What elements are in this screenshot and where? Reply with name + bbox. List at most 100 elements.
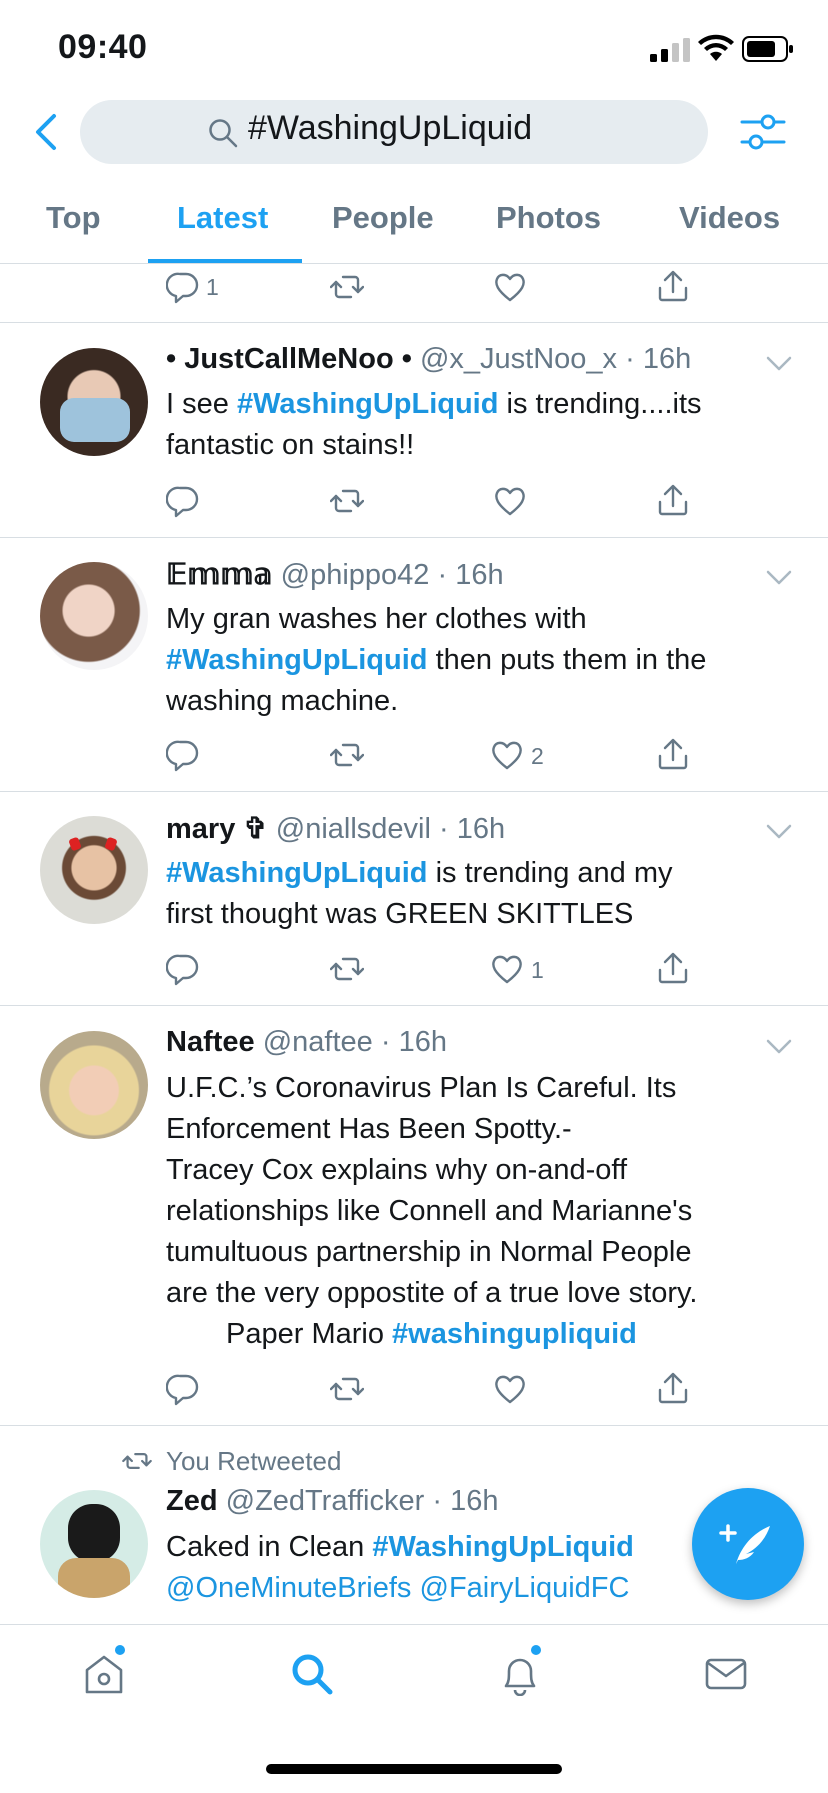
tweet-header: • JustCallMeNoo • @x_JustNoo_x · 16h [166,343,691,376]
cellular-signal-icon [650,38,690,62]
timestamp: 16h [398,1026,447,1058]
text: Paper Mario [226,1318,393,1350]
tweet-text: My gran washes her clothes with #Washing… [166,599,786,722]
timestamp: 16h [642,343,692,375]
chevron-down-icon[interactable] [764,1037,794,1057]
like-count: 1 [531,957,544,983]
text: relationships like Connell and Marianne'… [166,1195,693,1227]
hashtag-link[interactable]: #WashingUpLiquid [166,857,428,889]
like-icon[interactable] [493,270,527,304]
divider [0,322,828,323]
chevron-down-icon[interactable] [764,568,794,588]
timestamp: 16h [450,1485,499,1517]
display-name[interactable]: 𝔼𝕞𝕞𝕒 [166,559,273,591]
display-name[interactable]: • JustCallMeNoo • [166,343,412,375]
home-notification-dot [115,1645,125,1655]
hashtag-link[interactable]: #WashingUpLiquid [372,1531,634,1563]
tweet-header: Naftee @naftee · 16h [166,1026,447,1059]
display-name[interactable]: mary ✞ [166,813,268,845]
hashtag-link[interactable]: #WashingUpLiquid [166,644,428,676]
retweet-icon[interactable] [330,484,364,518]
reply-icon[interactable] [166,270,200,304]
retweet-icon[interactable] [330,738,364,772]
handle[interactable]: @naftee [263,1026,373,1058]
divider [0,791,828,792]
explore-icon[interactable] [290,1652,334,1696]
reply-icon[interactable] [166,1372,200,1406]
reply-icon[interactable] [166,484,200,518]
text: I see [166,388,237,420]
separator-dot: · [617,343,643,375]
text: tumultuous partnership in Normal People [166,1236,692,1268]
chevron-down-icon[interactable] [764,354,794,374]
back-arrow-icon[interactable] [28,110,64,154]
handle[interactable]: @ZedTrafficker [226,1485,425,1517]
search-icon [209,119,238,148]
mention-link[interactable]: @FairyLiquidFC [420,1572,630,1604]
timestamp: 16h [456,813,506,845]
share-icon[interactable] [656,952,690,986]
chevron-down-icon[interactable] [764,822,794,842]
handle[interactable]: @x_JustNoo_x [420,343,617,375]
like-icon[interactable] [490,952,524,986]
retweet-icon[interactable] [330,270,364,304]
handle[interactable]: @phippo42 [281,559,430,591]
tweet-header: Zed @ZedTrafficker · 16h [166,1485,498,1518]
share-icon[interactable] [656,738,690,772]
text: is trending....its [498,388,702,420]
avatar[interactable] [40,1031,148,1139]
compose-button[interactable] [692,1488,804,1600]
handle[interactable]: @niallsdevil [276,813,431,845]
avatar[interactable] [40,348,148,456]
avatar[interactable] [40,816,148,924]
reply-icon[interactable] [166,952,200,986]
text: Tracey Cox explains why on-and-off [166,1154,627,1186]
notifications-icon[interactable] [498,1652,542,1696]
tweet-text: I see #WashingUpLiquid is trending....it… [166,384,786,466]
avatar[interactable] [40,562,148,670]
text: first thought was GREEN SKITTLES [166,898,634,930]
tweet-text: U.F.C.’s Coronavirus Plan Is Careful. It… [166,1068,816,1355]
retweet-icon [122,1453,152,1469]
wifi-icon [698,34,734,61]
retweet-icon[interactable] [330,952,364,986]
share-icon[interactable] [656,484,690,518]
tab-photos[interactable]: Photos [496,200,601,236]
tab-videos[interactable]: Videos [679,200,780,236]
like-icon[interactable] [493,1372,527,1406]
display-name[interactable]: Naftee [166,1026,255,1058]
home-indicator [266,1764,562,1774]
battery-icon [742,36,793,62]
text: My gran washes her clothes with [166,603,587,635]
text: then puts them in the [427,644,707,676]
mention-link[interactable]: @OneMinuteBriefs [166,1572,411,1604]
tab-top[interactable]: Top [46,200,101,236]
divider [0,1005,828,1006]
reply-icon[interactable] [166,738,200,772]
like-icon[interactable] [493,484,527,518]
tweet-text: #WashingUpLiquid is trending and my firs… [166,853,786,935]
tweet-header: mary ✞ @niallsdevil · 16h [166,811,505,846]
messages-icon[interactable] [704,1652,748,1696]
text: is trending and my [427,857,673,889]
search-query-text[interactable]: #WashingUpLiquid [248,109,532,148]
tab-people[interactable]: People [332,200,434,236]
separator-dot: · [429,559,456,591]
retweet-label: You Retweeted [166,1446,342,1476]
compose-icon [719,1524,770,1564]
retweet-icon[interactable] [330,1372,364,1406]
share-icon[interactable] [656,1372,690,1406]
divider [0,263,828,264]
filter-icon[interactable] [740,110,786,154]
hashtag-link[interactable]: #WashingUpLiquid [237,388,499,420]
tab-latest[interactable]: Latest [177,200,268,236]
hashtag-link[interactable]: #washingupliquid [392,1318,637,1350]
display-name[interactable]: Zed [166,1485,218,1517]
separator-dot: · [372,1026,399,1058]
notifications-dot [531,1645,541,1655]
like-icon[interactable] [490,738,524,772]
share-icon[interactable] [656,270,690,304]
home-icon[interactable] [82,1652,126,1696]
divider [0,1425,828,1426]
avatar[interactable] [40,1490,148,1598]
